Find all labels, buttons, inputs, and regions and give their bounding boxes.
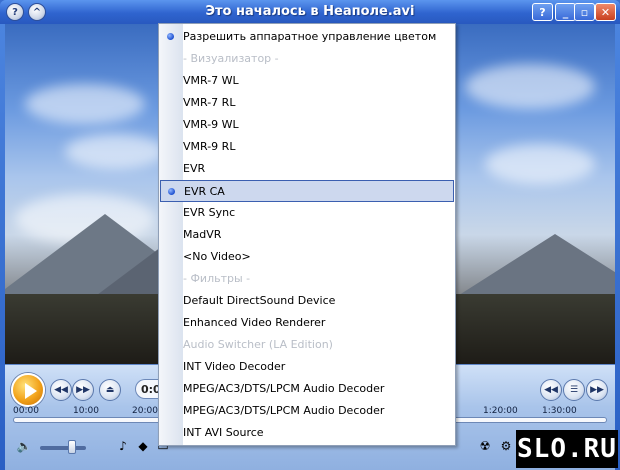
- player-window: ? ^ Это началось в Неаполе.avi ? _ ▫ ✕ ◀…: [0, 0, 620, 470]
- menu-item-label: Audio Switcher (LA Edition): [183, 338, 333, 351]
- context-menu: Разрешить аппаратное управление цветом - …: [158, 23, 456, 446]
- prev-button[interactable]: ◀◀: [50, 379, 72, 401]
- menu-item: - Фильтры -: [160, 268, 454, 290]
- menu-item-label: MPEG/AC3/DTS/LPCM Audio Decoder: [183, 382, 385, 395]
- watermark-text: SLO.RU: [517, 434, 617, 464]
- radio-dot-icon: [167, 33, 174, 40]
- collapse-icon[interactable]: ^: [28, 3, 46, 21]
- playlist-button[interactable]: ☰: [563, 379, 585, 401]
- minimize-button[interactable]: _: [555, 3, 576, 21]
- menu-item[interactable]: Enhanced Video Renderer: [160, 312, 454, 334]
- eject-button[interactable]: ⏏: [99, 379, 121, 401]
- menu-item[interactable]: EVR Sync: [160, 202, 454, 224]
- menu-item[interactable]: VMR-7 RL: [160, 92, 454, 114]
- menu-item-label: INT Video Decoder: [183, 360, 286, 373]
- menu-item[interactable]: MadVR: [160, 224, 454, 246]
- play-button[interactable]: [11, 373, 45, 407]
- menu-item[interactable]: VMR-9 WL: [160, 114, 454, 136]
- menu-item-label: EVR: [183, 162, 206, 175]
- help-button[interactable]: ?: [532, 3, 553, 21]
- menu-item-label: Default DirectSound Device: [183, 294, 336, 307]
- close-button[interactable]: ✕: [595, 3, 616, 21]
- menu-item[interactable]: Default DirectSound Device: [160, 290, 454, 312]
- menu-item[interactable]: VMR-9 RL: [160, 136, 454, 158]
- restore-button[interactable]: ▫: [574, 3, 595, 21]
- menu-item-label: - Визуализатор -: [183, 52, 279, 65]
- speaker-icon[interactable]: 🔈: [16, 438, 32, 454]
- rewind-button[interactable]: ◀◀: [540, 379, 562, 401]
- diamond-icon[interactable]: ◆: [135, 438, 151, 454]
- next-button[interactable]: ▶▶: [72, 379, 94, 401]
- menu-item-label: EVR CA: [184, 185, 225, 198]
- menu-item-label: MPEG/AC3/DTS/LPCM Audio Decoder: [183, 404, 385, 417]
- volume-thumb[interactable]: [68, 440, 76, 454]
- menu-item-label: INT AVI Source: [183, 426, 264, 439]
- music-note-icon[interactable]: ♪: [115, 438, 131, 454]
- window-title: Это началось в Неаполе.avi: [205, 4, 415, 19]
- menu-item-label: Enhanced Video Renderer: [183, 316, 326, 329]
- menu-item[interactable]: MPEG/AC3/DTS/LPCM Audio Decoder: [160, 378, 454, 400]
- menu-item[interactable]: MPEG/AC3/DTS/LPCM Audio Decoder: [160, 400, 454, 422]
- menu-item-label: Разрешить аппаратное управление цветом: [183, 30, 437, 43]
- menu-item[interactable]: VMR-7 WL: [160, 70, 454, 92]
- menu-item: - Визуализатор -: [160, 48, 454, 70]
- menu-item-label: MadVR: [183, 228, 222, 241]
- menu-item-label: VMR-9 RL: [183, 140, 236, 153]
- title-bar[interactable]: ? ^ Это началось в Неаполе.avi ? _ ▫ ✕: [0, 0, 620, 24]
- help-icon[interactable]: ?: [6, 3, 24, 21]
- settings-icon[interactable]: ⚙: [498, 438, 514, 454]
- menu-item-label: VMR-9 WL: [183, 118, 239, 131]
- watermark-logo: SLO.RU: [516, 430, 618, 468]
- menu-item[interactable]: EVR: [160, 158, 454, 180]
- menu-item-label: VMR-7 RL: [183, 96, 236, 109]
- radiation-icon[interactable]: ☢: [477, 438, 493, 454]
- menu-item: Audio Switcher (LA Edition): [160, 334, 454, 356]
- menu-item[interactable]: EVR CA: [160, 180, 454, 202]
- menu-item-label: <No Video>: [183, 250, 251, 263]
- menu-item[interactable]: INT AVI Source: [160, 422, 454, 444]
- forward-button[interactable]: ▶▶: [586, 379, 608, 401]
- volume-slider[interactable]: [40, 446, 86, 450]
- menu-item[interactable]: <No Video>: [160, 246, 454, 268]
- menu-item[interactable]: Разрешить аппаратное управление цветом: [160, 26, 454, 48]
- menu-item-label: EVR Sync: [183, 206, 236, 219]
- menu-item-label: VMR-7 WL: [183, 74, 239, 87]
- menu-item-label: - Фильтры -: [183, 272, 251, 285]
- radio-dot-icon: [168, 188, 175, 195]
- menu-item[interactable]: INT Video Decoder: [160, 356, 454, 378]
